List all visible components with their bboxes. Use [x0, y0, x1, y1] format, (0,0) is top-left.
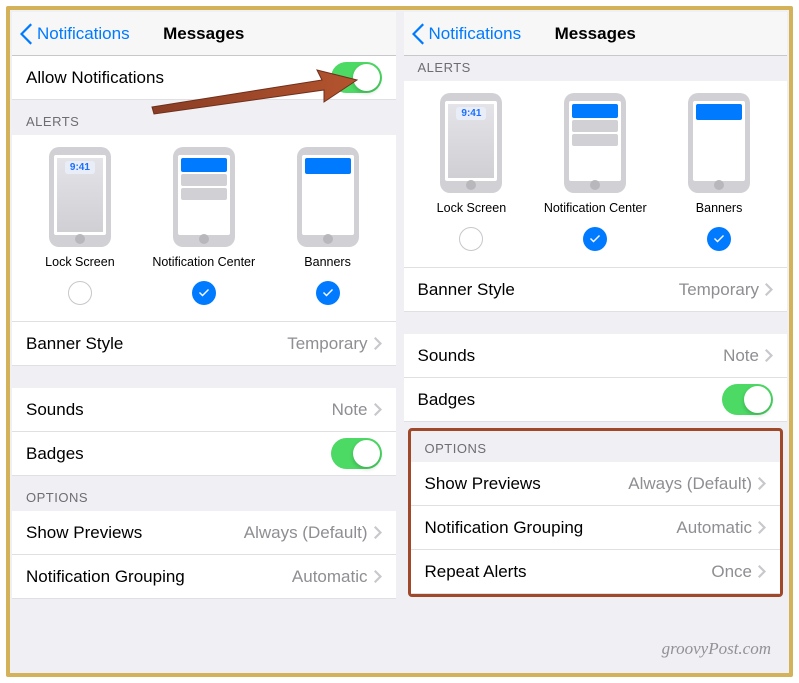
chevron-left-icon — [412, 23, 425, 45]
show-previews-row[interactable]: Show Previews Always (Default) — [12, 511, 396, 555]
screenshot-frame: Notifications Messages Allow Notificatio… — [6, 6, 793, 677]
lockscreen-icon: 9:41 — [440, 93, 502, 193]
badges-row[interactable]: Badges — [404, 378, 788, 422]
chevron-right-icon — [758, 565, 766, 578]
repeat-alerts-value: Once — [711, 562, 752, 582]
settings-panel-right: Notifications Messages ALERTS 9:41 Lock … — [404, 12, 788, 671]
back-button[interactable]: Notifications — [20, 23, 130, 45]
alerts-header: ALERTS — [12, 100, 396, 135]
badges-row[interactable]: Badges — [12, 432, 396, 476]
banners-icon — [688, 93, 750, 193]
notification-center-label: Notification Center — [152, 255, 255, 269]
lockscreen-label: Lock Screen — [437, 201, 506, 215]
notification-center-icon — [173, 147, 235, 247]
options-header: OPTIONS — [411, 431, 781, 462]
chevron-right-icon — [758, 477, 766, 490]
lockscreen-icon: 9:41 — [49, 147, 111, 247]
notification-center-label: Notification Center — [544, 201, 647, 215]
badges-toggle[interactable] — [331, 438, 382, 469]
repeat-alerts-label: Repeat Alerts — [425, 562, 527, 582]
alert-option-banners[interactable]: Banners — [266, 147, 390, 305]
chevron-right-icon — [758, 521, 766, 534]
show-previews-label: Show Previews — [26, 523, 142, 543]
chevron-right-icon — [374, 403, 382, 416]
annotation-highlight: OPTIONS Show Previews Always (Default) N… — [408, 428, 784, 597]
alerts-header: ALERTS — [404, 56, 788, 81]
notification-grouping-label: Notification Grouping — [26, 567, 185, 587]
alert-option-lockscreen[interactable]: 9:41 Lock Screen — [18, 147, 142, 305]
sounds-value: Note — [332, 400, 368, 420]
nav-bar: Notifications Messages — [12, 12, 396, 56]
repeat-alerts-row[interactable]: Repeat Alerts Once — [411, 550, 781, 594]
banner-style-label: Banner Style — [26, 334, 123, 354]
banner-style-label: Banner Style — [418, 280, 515, 300]
settings-panel-left: Notifications Messages Allow Notificatio… — [12, 12, 396, 671]
banner-style-row[interactable]: Banner Style Temporary — [12, 322, 396, 366]
show-previews-row[interactable]: Show Previews Always (Default) — [411, 462, 781, 506]
lockscreen-check[interactable] — [68, 281, 92, 305]
notification-grouping-value: Automatic — [676, 518, 752, 538]
lockscreen-label: Lock Screen — [45, 255, 114, 269]
sounds-label: Sounds — [418, 346, 476, 366]
notification-grouping-row[interactable]: Notification Grouping Automatic — [12, 555, 396, 599]
sounds-row[interactable]: Sounds Note — [12, 388, 396, 432]
back-button[interactable]: Notifications — [412, 23, 522, 45]
notification-center-check[interactable] — [192, 281, 216, 305]
notification-center-check[interactable] — [583, 227, 607, 251]
chevron-right-icon — [765, 349, 773, 362]
banner-style-row[interactable]: Banner Style Temporary — [404, 268, 788, 312]
banners-check[interactable] — [316, 281, 340, 305]
banner-style-value: Temporary — [679, 280, 759, 300]
banner-style-value: Temporary — [287, 334, 367, 354]
chevron-right-icon — [374, 337, 382, 350]
banners-label: Banners — [696, 201, 743, 215]
badges-label: Badges — [418, 390, 476, 410]
alerts-group: 9:41 Lock Screen Notification Center — [12, 135, 396, 322]
sounds-label: Sounds — [26, 400, 84, 420]
alert-option-notification-center[interactable]: Notification Center — [142, 147, 266, 305]
allow-notifications-row[interactable]: Allow Notifications — [12, 56, 396, 100]
chevron-right-icon — [374, 526, 382, 539]
badges-label: Badges — [26, 444, 84, 464]
chevron-right-icon — [374, 570, 382, 583]
notification-grouping-value: Automatic — [292, 567, 368, 587]
show-previews-value: Always (Default) — [244, 523, 368, 543]
show-previews-label: Show Previews — [425, 474, 541, 494]
section-spacer — [404, 312, 788, 334]
allow-notifications-toggle[interactable] — [331, 62, 382, 93]
nav-bar: Notifications Messages — [404, 12, 788, 56]
sounds-value: Note — [723, 346, 759, 366]
banners-check[interactable] — [707, 227, 731, 251]
sounds-row[interactable]: Sounds Note — [404, 334, 788, 378]
chevron-right-icon — [765, 283, 773, 296]
alert-option-notification-center[interactable]: Notification Center — [533, 93, 657, 251]
back-label: Notifications — [429, 24, 522, 44]
options-header: OPTIONS — [12, 476, 396, 511]
alert-option-lockscreen[interactable]: 9:41 Lock Screen — [410, 93, 534, 251]
banners-label: Banners — [304, 255, 351, 269]
allow-notifications-label: Allow Notifications — [26, 68, 164, 88]
banners-icon — [297, 147, 359, 247]
section-spacer — [12, 366, 396, 388]
alert-option-banners[interactable]: Banners — [657, 93, 781, 251]
alerts-group: 9:41 Lock Screen Notification Center — [404, 81, 788, 268]
notification-grouping-row[interactable]: Notification Grouping Automatic — [411, 506, 781, 550]
notification-grouping-label: Notification Grouping — [425, 518, 584, 538]
show-previews-value: Always (Default) — [628, 474, 752, 494]
chevron-left-icon — [20, 23, 33, 45]
back-label: Notifications — [37, 24, 130, 44]
lockscreen-check[interactable] — [459, 227, 483, 251]
notification-center-icon — [564, 93, 626, 193]
badges-toggle[interactable] — [722, 384, 773, 415]
